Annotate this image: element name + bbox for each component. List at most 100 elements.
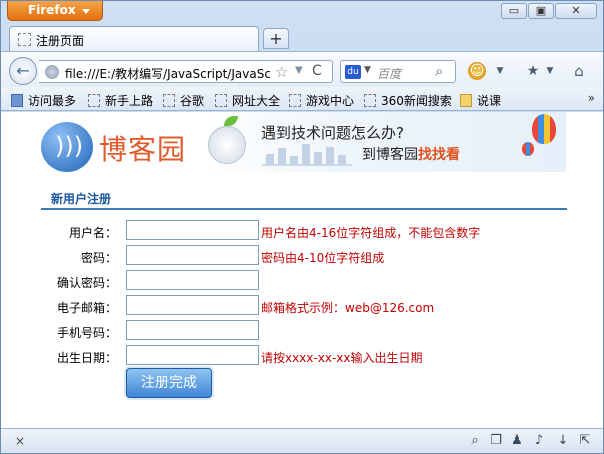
shirt-icon[interactable]: ♟ [509,433,525,449]
status-bar: × ⌕ ❐ ♟ ♪ ↓ ⇱ [1,428,603,453]
maximize-button[interactable]: ▣ [528,3,554,19]
firefox-menu-button[interactable]: Firefox [7,1,103,21]
bookmark-shuoke-folder[interactable]: 说课 [460,92,501,109]
form-row-confirm-password: 确认密码： [41,270,567,292]
baidu-engine-icon[interactable]: du [345,65,361,79]
close-window-button[interactable]: ✕ [555,3,597,19]
back-arrow-icon: ← [16,61,30,80]
city-skyline-icon [262,144,352,166]
navigation-toolbar: ← file:///E:/教材编写/JavaScript/JavaSc ☆ ▼ … [1,51,603,87]
page-icon [364,94,376,107]
new-tab-button[interactable]: + [263,28,289,49]
speaker-icon[interactable]: ♪ [531,433,547,449]
windows-icon[interactable]: ❐ [488,433,504,449]
birthdate-input[interactable] [126,345,259,365]
section-header: 新用户注册 [41,188,567,210]
search-box[interactable]: du ▼ 百度 ⌕ [340,60,456,83]
register-submit-button[interactable]: 注册完成 [126,368,212,398]
bookmarks-overflow-icon[interactable]: » [588,91,595,105]
leaf-icon [224,116,238,126]
bookmark-label: 游戏中心 [306,94,355,108]
bookmark-label: 新手上路 [105,94,154,108]
bookmark-star-icon[interactable]: ☆ [275,63,288,81]
search-placeholder[interactable]: 百度 [377,65,401,82]
small-balloon-icon [522,142,534,156]
page-icon [289,94,301,107]
banner-image: 遇到技术问题怎么办? 到博客园找找看 [204,112,566,172]
page-content: ))) 博客园 遇到技术问题怎么办? 到博客园找找看 新用户注册 用户名： 用户… [1,112,603,428]
bookmarks-toolbar: 访问最多 新手上路 谷歌 网址大全 游戏中心 360新闻搜索 说课 » [1,87,603,111]
url-bar[interactable]: file:///E:/教材编写/JavaScript/JavaSc ☆ ▼ C [39,60,333,83]
rss-icon: ))) [41,122,93,172]
search-icon[interactable]: ⌕ [435,62,443,80]
most-visited-icon [11,94,23,107]
bookmark-game-center[interactable]: 游戏中心 [289,92,354,109]
globe-icon [45,65,59,79]
banner-tagline-highlight: 找找看 [418,147,460,163]
bookmark-label: 网址大全 [232,94,281,108]
bookmark-label: 说课 [477,94,502,108]
tab-strip: 注册页面 + [1,25,603,51]
bookmark-label: 360新闻搜索 [381,94,452,108]
field-label: 电子邮箱： [56,301,117,315]
bookmarks-menu-icon[interactable]: ★ [524,62,542,80]
tab-label: 注册页面 [36,34,85,48]
confirm-password-input[interactable] [126,270,259,290]
home-icon[interactable]: ⌂ [570,62,588,80]
password-input[interactable] [126,245,259,265]
close-addon-bar-icon[interactable]: × [15,434,25,448]
bookmark-google[interactable]: 谷歌 [163,92,204,109]
field-hint: 邮箱格式示例：web@126.com [261,301,435,315]
bookmark-hao-daquan[interactable]: 网址大全 [215,92,280,109]
bookmark-most-visited[interactable]: 访问最多 [11,92,76,109]
username-input[interactable] [126,220,259,240]
minimize-icon: ▭ [508,4,520,17]
field-label: 密码： [80,251,117,265]
url-dropdown-icon[interactable]: ▼ [295,65,303,76]
firefox-menu-label: Firefox [28,3,76,17]
bookmark-label: 访问最多 [28,94,77,108]
bookmark-getting-started[interactable]: 新手上路 [88,92,153,109]
section-title: 新用户注册 [51,192,112,206]
share-icon[interactable]: ⇱ [577,433,593,449]
bookmark-label: 谷歌 [180,94,205,108]
banner-tagline-prefix: 到博客园 [362,147,418,163]
download-icon[interactable]: ↓ [555,433,571,449]
engine-dropdown-icon[interactable]: ▼ [364,65,371,75]
back-button[interactable]: ← [9,57,37,85]
cd-icon [208,126,246,164]
reload-icon[interactable]: C [312,63,322,79]
chevron-down-icon [82,9,90,14]
hot-air-balloon-icon [532,114,556,144]
folder-icon [460,94,472,107]
field-label: 出生日期： [56,351,117,365]
addon-icon[interactable]: ☺ [468,62,486,80]
bookmarks-dropdown-icon[interactable]: ▼ [541,62,559,80]
form-row-phone: 手机号码： [41,320,567,342]
minimize-button[interactable]: ▭ [501,3,527,19]
url-text[interactable]: file:///E:/教材编写/JavaScript/JavaSc [65,65,270,82]
logo-text: 博客园 [99,133,187,166]
search-icon[interactable]: ⌕ [467,433,483,449]
banner-headline: 遇到技术问题怎么办? [261,124,404,142]
plus-icon: + [269,29,283,48]
page-icon [88,94,100,107]
field-label: 确认密码： [56,276,117,290]
field-label: 用户名： [68,226,117,240]
field-hint: 请按xxxx-xx-xx输入出生日期 [261,351,423,365]
close-icon: ✕ [571,4,581,17]
cnblogs-logo[interactable]: ))) 博客园 [41,122,193,172]
form-row-password: 密码： 密码由4-10位字符组成 [41,245,567,267]
email-input[interactable] [126,295,259,315]
page-icon [215,94,227,107]
title-bar: Firefox ▭ ▣ ✕ [1,1,603,23]
field-hint: 密码由4-10位字符组成 [261,251,385,265]
browser-window: Firefox ▭ ▣ ✕ 注册页面 + ← file:///E:/教材编写/J… [0,0,604,454]
form-row-email: 电子邮箱： 邮箱格式示例：web@126.com [41,295,567,317]
addon-dropdown-icon[interactable]: ▼ [491,62,509,80]
tab-register-page[interactable]: 注册页面 [9,26,259,51]
bookmark-360-news[interactable]: 360新闻搜索 [364,92,452,109]
page-icon [163,94,175,107]
form-row-username: 用户名： 用户名由4-16位字符组成，不能包含数字 [41,220,567,242]
phone-input[interactable] [126,320,259,340]
